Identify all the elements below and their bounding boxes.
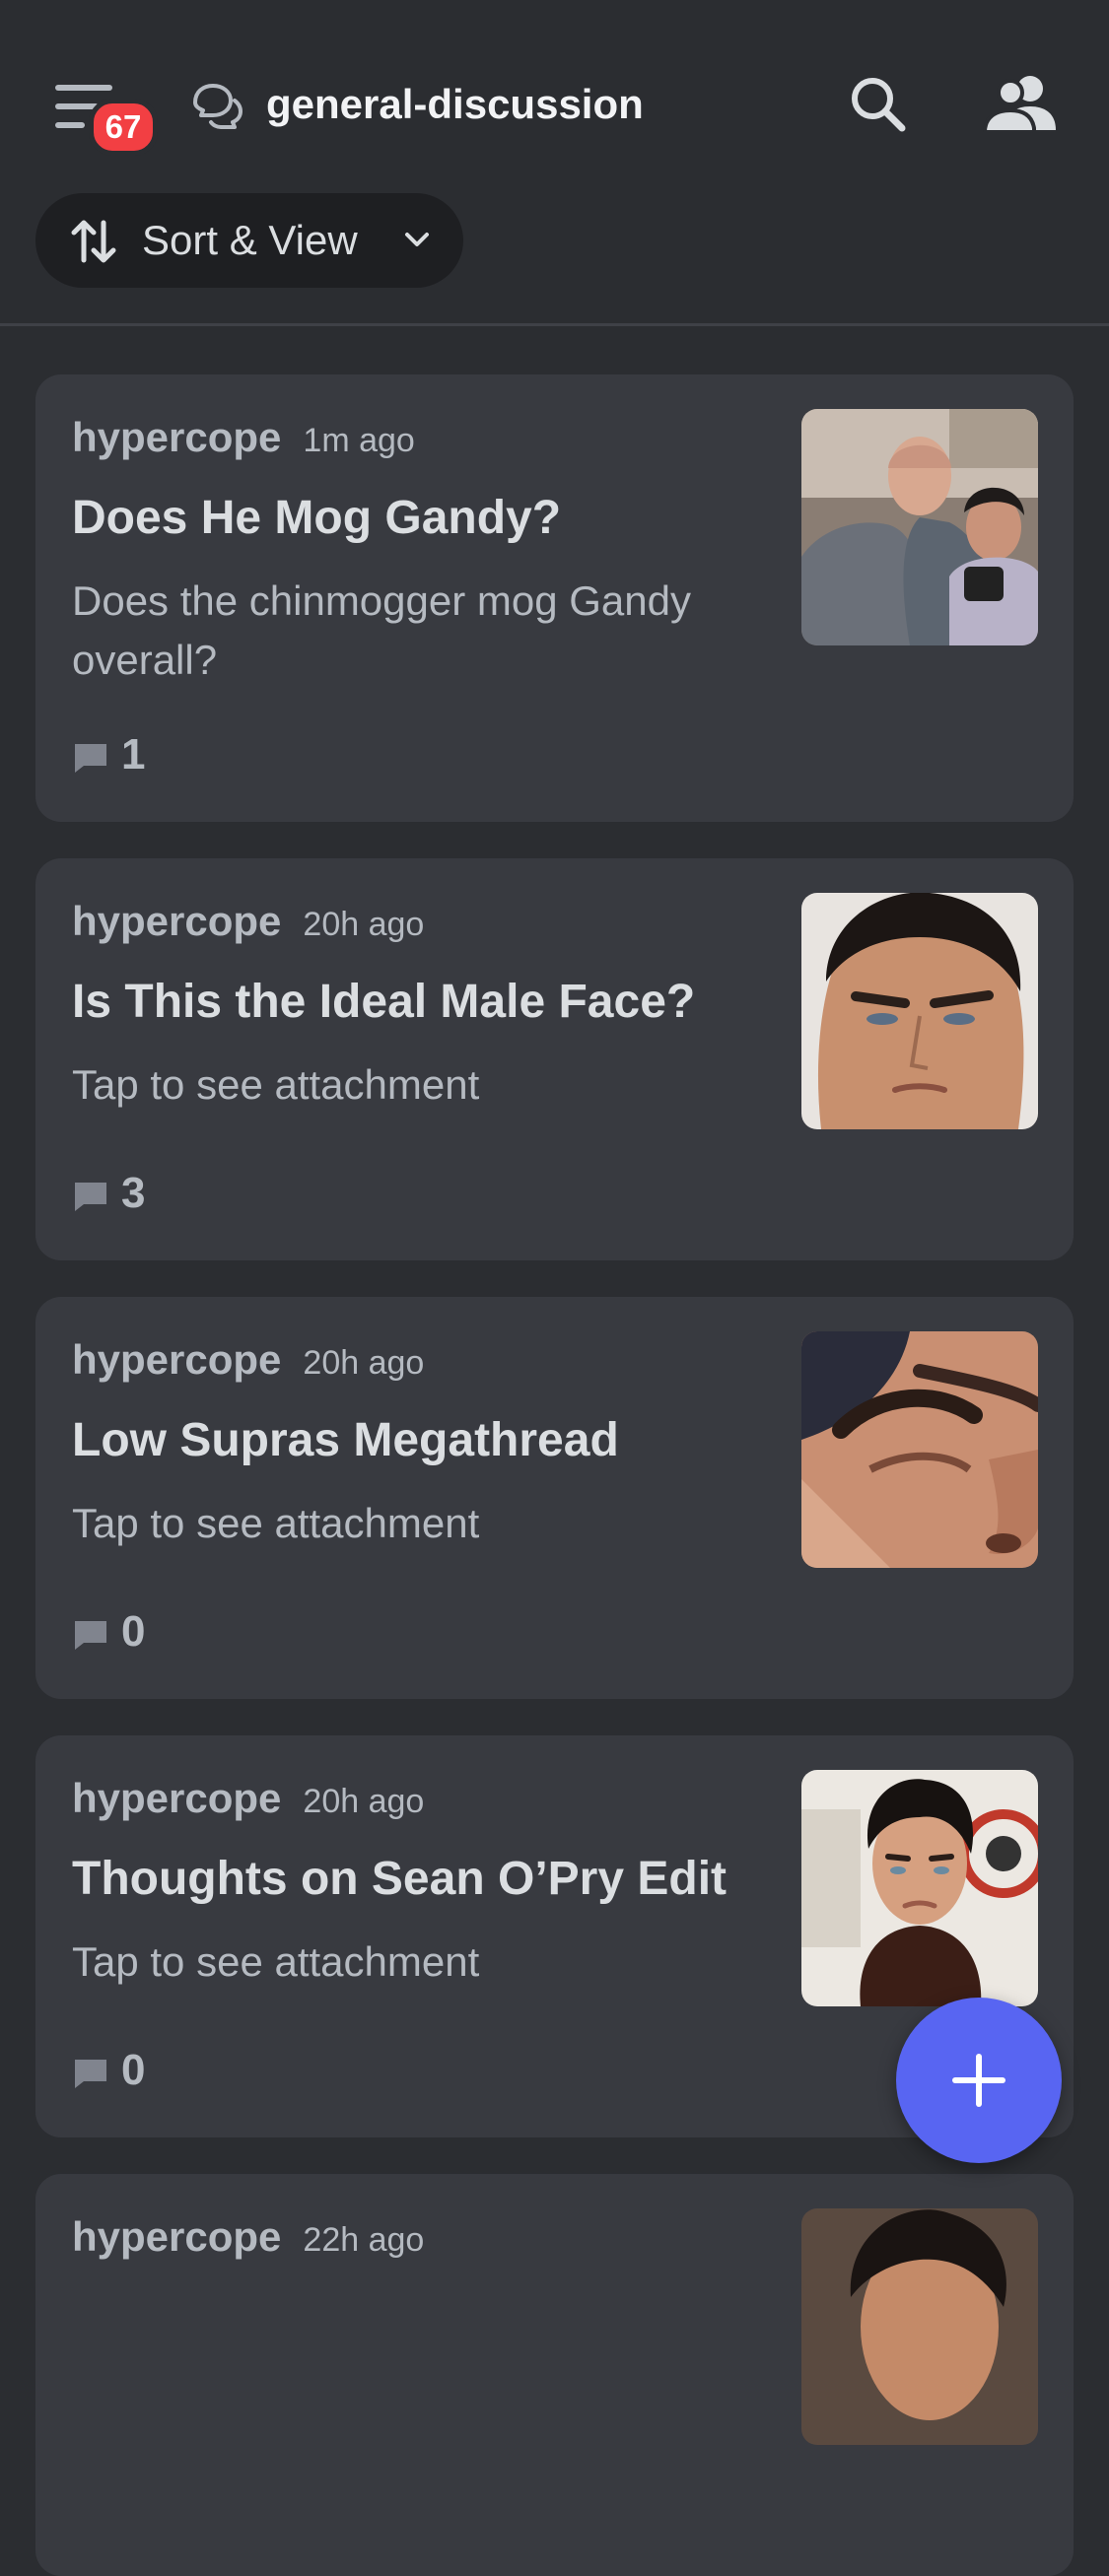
post-meta: hypercope 20h ago — [72, 1336, 424, 1384]
post-snippet: Tap to see attachment — [72, 1500, 480, 1546]
post-card[interactable]: hypercope 22h ago — [35, 2174, 1074, 2576]
post-title: Low Supras Megathread — [72, 1414, 619, 1466]
sort-arrows-icon — [71, 220, 116, 263]
eye-brow-closeup — [801, 1331, 1038, 1568]
search-icon[interactable] — [843, 69, 914, 140]
post-author: hypercope — [72, 1775, 282, 1821]
post-thumbnail[interactable] — [801, 1331, 1038, 1568]
reply-count-value: 0 — [121, 2046, 146, 2094]
reply-count: 1 — [72, 727, 171, 782]
post-card[interactable]: hypercope 1m ago Does He Mog Gandy? Does … — [35, 374, 1074, 822]
post-author: hypercope — [72, 1336, 282, 1383]
comment-icon — [75, 1183, 106, 1211]
post-title: Thoughts on Sean O’Pry Edit — [72, 1853, 728, 1905]
post-thumbnail[interactable] — [801, 409, 1038, 645]
post-meta: hypercope 22h ago — [72, 2213, 424, 2261]
comment-icon — [75, 2060, 106, 2088]
threads-icon — [193, 84, 243, 129]
top-bar: 67 general-discussion Sort & View — [0, 0, 1109, 323]
comment-icon — [75, 744, 106, 773]
post-snippet: Does the chinmogger mog Gandy overall? — [72, 577, 692, 683]
reply-count: 0 — [72, 2043, 171, 2098]
man-portrait — [801, 2208, 1038, 2445]
plus-icon — [952, 2054, 1005, 2107]
post-time: 20h ago — [303, 906, 425, 943]
post-time: 22h ago — [303, 2221, 425, 2259]
post-card[interactable]: hypercope 20h ago Low Supras Megathread T… — [35, 1297, 1074, 1699]
post-snippet: Tap to see attachment — [72, 1061, 480, 1108]
reply-count-value: 0 — [121, 1607, 146, 1656]
post-author: hypercope — [72, 414, 282, 460]
reply-count-value: 3 — [121, 1169, 146, 1217]
members-icon[interactable] — [981, 69, 1060, 140]
comment-icon — [75, 1621, 106, 1650]
post-thumbnail[interactable] — [801, 2208, 1038, 2445]
post-meta: hypercope 20h ago — [72, 1775, 424, 1822]
chevron-down-icon — [405, 233, 429, 246]
male-face-closeup — [801, 893, 1038, 1129]
post-meta: hypercope 1m ago — [72, 414, 415, 461]
post-thumbnail[interactable] — [801, 893, 1038, 1129]
reply-count: 3 — [72, 1166, 171, 1221]
channel-title: general-discussion — [266, 81, 644, 127]
post-thumbnail[interactable] — [801, 1770, 1038, 2006]
sort-and-view-button[interactable]: Sort & View — [35, 193, 463, 288]
sort-label: Sort & View — [142, 217, 358, 263]
header-divider — [0, 323, 1109, 326]
reply-count: 0 — [72, 1604, 171, 1660]
post-time: 20h ago — [303, 1783, 425, 1820]
post-author: hypercope — [72, 898, 282, 944]
post-meta: hypercope 20h ago — [72, 898, 424, 945]
post-title: Is This the Ideal Male Face? — [72, 976, 696, 1028]
two-men-photo — [801, 409, 1038, 645]
post-card[interactable]: hypercope 20h ago Is This the Ideal Male … — [35, 858, 1074, 1260]
post-title: Does He Mog Gandy? — [72, 492, 562, 544]
new-post-button[interactable] — [896, 1998, 1062, 2163]
post-snippet: Tap to see attachment — [72, 1938, 480, 1985]
post-author: hypercope — [72, 2213, 282, 2260]
notification-badge: 67 — [89, 99, 158, 156]
post-time: 1m ago — [303, 422, 415, 459]
channel-menu-button[interactable]: 67 — [49, 79, 158, 158]
reply-count-value: 1 — [121, 730, 146, 779]
man-portrait-event — [801, 1770, 1038, 2006]
post-time: 20h ago — [303, 1344, 425, 1382]
